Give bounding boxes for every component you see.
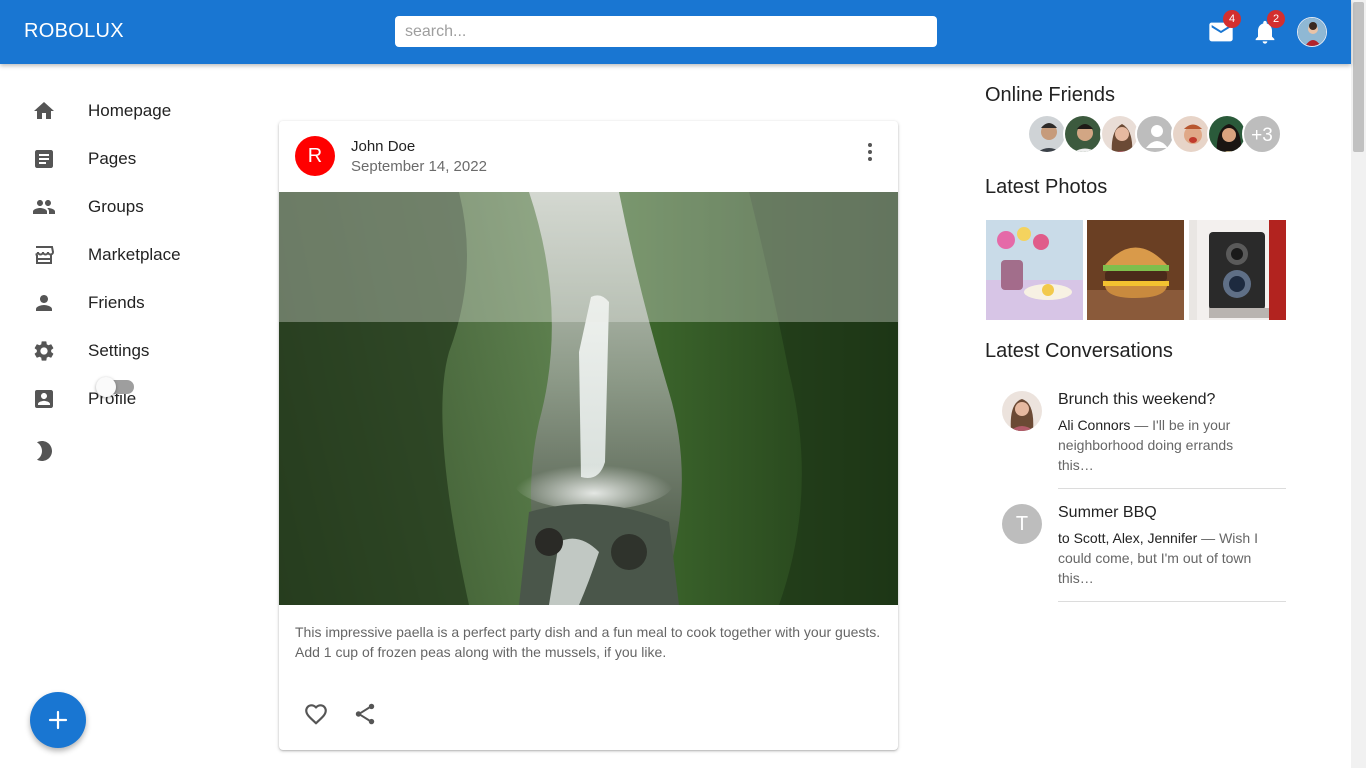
online-friends-title: Online Friends [985,84,1116,106]
search-input[interactable] [395,16,937,47]
moon-icon [37,441,52,461]
notifications-button[interactable]: 2 [1251,10,1285,46]
more-vert-icon[interactable] [858,140,882,164]
photo-thumbnail[interactable] [1189,220,1286,320]
more-friends-badge[interactable]: +3 [1242,114,1282,154]
conversation-preview: Ali Connors — I'll be in your neighborho… [1058,415,1258,475]
add-post-button[interactable] [30,692,86,748]
post-date: September 14, 2022 [351,158,487,175]
app-bar: ROBOLUX 4 2 [0,0,1351,64]
gear-icon [34,341,54,361]
account-box-icon [35,390,53,408]
sidebar-item-label: Settings [88,341,150,360]
article-icon [35,150,53,168]
plus-icon [48,710,68,730]
person-icon [36,295,52,311]
toggle-thumb [96,377,116,397]
friend-avatar[interactable] [1027,114,1067,154]
sidebar-item-groups[interactable]: Groups [0,183,240,231]
sidebar-item-label: Friends [88,293,145,312]
post-card: R John Doe September 14, 2022 This impre… [279,121,898,750]
conversation-sender: Ali Connors [1058,417,1131,433]
sidebar-item-label: Pages [88,149,137,168]
sidebar-item-label: Marketplace [88,245,181,264]
sidebar-item-friends[interactable]: Friends [0,279,240,327]
storefront-icon [35,246,55,264]
divider [1058,488,1286,489]
share-icon[interactable] [352,701,378,727]
conversation-sender: to Scott, Alex, Jennifer [1058,530,1198,546]
app-logo[interactable]: ROBOLUX [24,20,124,43]
photo-thumbnail[interactable] [1087,220,1184,320]
sidebar-item-label: Groups [88,197,144,216]
friend-avatar[interactable] [1063,114,1103,154]
post-author-avatar[interactable]: R [295,136,335,176]
heart-icon[interactable] [303,701,329,727]
post-author-name[interactable]: John Doe [351,138,415,155]
conversation-title: Brunch this weekend? [1058,391,1216,408]
sidebar-item-label: Homepage [88,101,172,120]
scrollbar-thumb[interactable] [1353,2,1364,152]
home-icon [34,102,54,119]
conversation-preview: to Scott, Alex, Jennifer — Wish I could … [1058,528,1258,588]
conversation-avatar: T [1002,504,1042,544]
sidebar-item-marketplace[interactable]: Marketplace [0,231,240,279]
friend-avatar[interactable] [1135,114,1175,154]
friend-avatar[interactable] [1207,114,1247,154]
latest-conversations-title: Latest Conversations [985,340,1173,362]
sidebar-item-settings[interactable]: Settings [0,327,240,375]
post-image [279,192,898,605]
photo-thumbnail[interactable] [986,220,1083,320]
latest-photos-title: Latest Photos [985,176,1108,198]
conversation-title: Summer BBQ [1058,504,1157,521]
sidebar-item-pages[interactable]: Pages [0,135,240,183]
conversation-avatar [1002,391,1042,431]
divider [1058,601,1286,602]
mail-button[interactable]: 4 [1207,10,1241,46]
group-icon [33,200,55,214]
notifications-badge: 2 [1267,10,1285,28]
friend-avatar[interactable] [1100,114,1140,154]
post-text: This impressive paella is a perfect part… [295,624,881,660]
sidebar-item-homepage[interactable]: Homepage [0,87,240,135]
mail-badge: 4 [1223,10,1241,28]
friend-avatar[interactable] [1171,114,1211,154]
user-avatar[interactable] [1297,17,1327,47]
